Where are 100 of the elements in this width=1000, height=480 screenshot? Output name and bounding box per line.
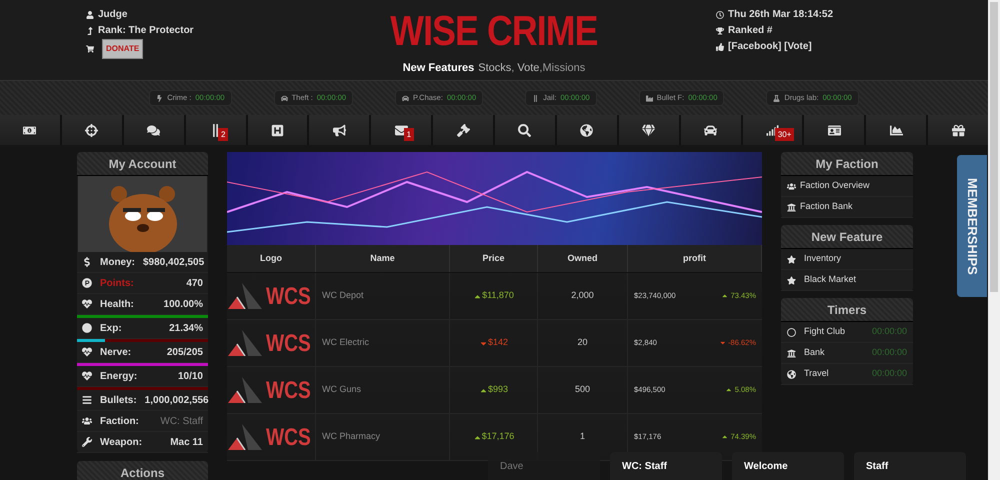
chat-tab[interactable]: Welcome (732, 452, 844, 480)
heartbeat-icon (82, 299, 92, 309)
menu-item[interactable]: Faction Bank (781, 197, 913, 218)
nav-button[interactable] (0, 115, 60, 145)
price-cell: $11,870 (450, 273, 538, 319)
ranked-text: Ranked # (728, 24, 772, 38)
column-header: profit (628, 245, 762, 272)
diamond-icon (642, 124, 656, 136)
id-card-icon (828, 124, 841, 136)
stat-label: Nerve: (100, 346, 132, 360)
users-icon (787, 182, 796, 190)
nav-button[interactable] (124, 115, 184, 145)
stat-value: 205/205 (166, 346, 203, 360)
user-icon (86, 10, 94, 18)
count-badge: 1 (404, 128, 414, 141)
column-header: Logo (227, 245, 316, 272)
flask-icon (773, 94, 780, 102)
panel-header: Actions (77, 461, 208, 480)
nav-button[interactable] (248, 115, 308, 145)
triangle-logo-icon (228, 283, 262, 309)
caret-up-icon (725, 386, 733, 394)
triangle-logo-icon (228, 424, 262, 450)
username: Judge (98, 8, 128, 22)
column-header: Price (450, 245, 538, 272)
timer-row[interactable]: Travel 00:00:00 (781, 364, 913, 385)
globe-icon (580, 124, 594, 136)
stat-label: Points: (100, 276, 134, 290)
nav-button[interactable] (680, 115, 740, 145)
gavel-icon (456, 124, 470, 136)
nav-button[interactable] (556, 115, 617, 145)
nav-button[interactable] (866, 115, 926, 145)
search-icon (518, 124, 532, 136)
panel-header: My Account (77, 152, 208, 176)
car-icon (704, 124, 718, 136)
wcs-logo: WCS (228, 377, 314, 403)
memberships-tab[interactable]: MEMBERSHIPS (957, 155, 987, 297)
new-features-label: New Features (402, 61, 474, 76)
rank-icon (86, 26, 94, 34)
wcs-logo: WCS (228, 283, 314, 309)
feature-link[interactable]: Stocks (478, 60, 512, 76)
nav-button[interactable] (928, 115, 988, 145)
timer-row[interactable]: Bank 00:00:00 (781, 343, 913, 364)
feature-link[interactable]: , (511, 60, 518, 76)
nav-button[interactable] (495, 115, 555, 145)
mail-icon (394, 124, 408, 136)
site-title: WISE CRIME (390, 7, 598, 55)
money-icon (23, 124, 36, 136)
price-cell: $142 (450, 320, 538, 366)
users-icon (82, 416, 92, 426)
caret-down-icon (718, 339, 726, 347)
nav-button[interactable] (309, 115, 370, 145)
bank-icon (787, 348, 796, 358)
nav-button[interactable]: 1 (371, 115, 432, 145)
stat-value: 21.34% (169, 322, 203, 336)
stat-value: 10/10 (178, 370, 203, 384)
chat-tab[interactable]: Dave (488, 452, 600, 480)
stat-value: Mac 11 (170, 436, 203, 450)
chat-tab[interactable]: Staff (854, 452, 966, 480)
panel-header: New Feature (781, 225, 913, 249)
nav-button[interactable]: 2 (186, 115, 246, 145)
timer-row[interactable]: Fight Club 00:00:00 (781, 322, 913, 343)
column-header: Owned (538, 245, 628, 272)
star-icon (787, 254, 796, 264)
stat-label: Faction: (100, 414, 139, 428)
chat-icon (147, 124, 160, 136)
count-badge: 30+ (774, 128, 794, 141)
list-icon (82, 395, 92, 405)
stat-label: Weapon: (100, 436, 142, 450)
wrench-icon (82, 437, 92, 447)
nav-button[interactable]: 30+ (742, 115, 802, 145)
factory-icon (646, 94, 653, 102)
price-cell: $993 (450, 367, 538, 413)
rank-text: Rank: The Protector (98, 24, 194, 38)
table-cell: 500 (538, 367, 628, 413)
wcs-logo: WCS (228, 330, 314, 356)
points-icon (82, 278, 92, 288)
nav-button[interactable] (804, 115, 864, 145)
wcs-logo: WCS (228, 424, 314, 450)
stat-label: Exp: (100, 322, 122, 336)
megaphone-icon (332, 124, 346, 136)
caret-up-icon (721, 292, 729, 300)
menu-item[interactable]: Inventory (781, 249, 913, 270)
stat-value: $980,402,505 (143, 256, 204, 270)
stat-value: 1,000,002,556 (144, 394, 209, 408)
chat-tab[interactable]: WC: Staff (610, 452, 722, 480)
feature-link[interactable]: ,Missions (539, 60, 586, 76)
nav-button[interactable] (433, 115, 493, 145)
nav-button[interactable] (618, 115, 679, 145)
ring-icon (787, 328, 796, 336)
menu-item[interactable]: Black Market (781, 270, 913, 291)
nav-button[interactable] (62, 115, 122, 145)
stat-label: Bullets: (100, 394, 137, 408)
column-header: Name (316, 245, 450, 272)
caret-up-icon (721, 433, 729, 441)
social-links[interactable]: [Facebook] [Vote] (728, 39, 812, 54)
globe-icon (787, 370, 796, 378)
menu-item[interactable]: Faction Overview (781, 176, 913, 197)
scrollbar[interactable] (988, 0, 1000, 480)
date-time: Thu 26th Mar 18:14:52 (728, 8, 834, 22)
feature-link[interactable]: Vote (517, 60, 540, 76)
